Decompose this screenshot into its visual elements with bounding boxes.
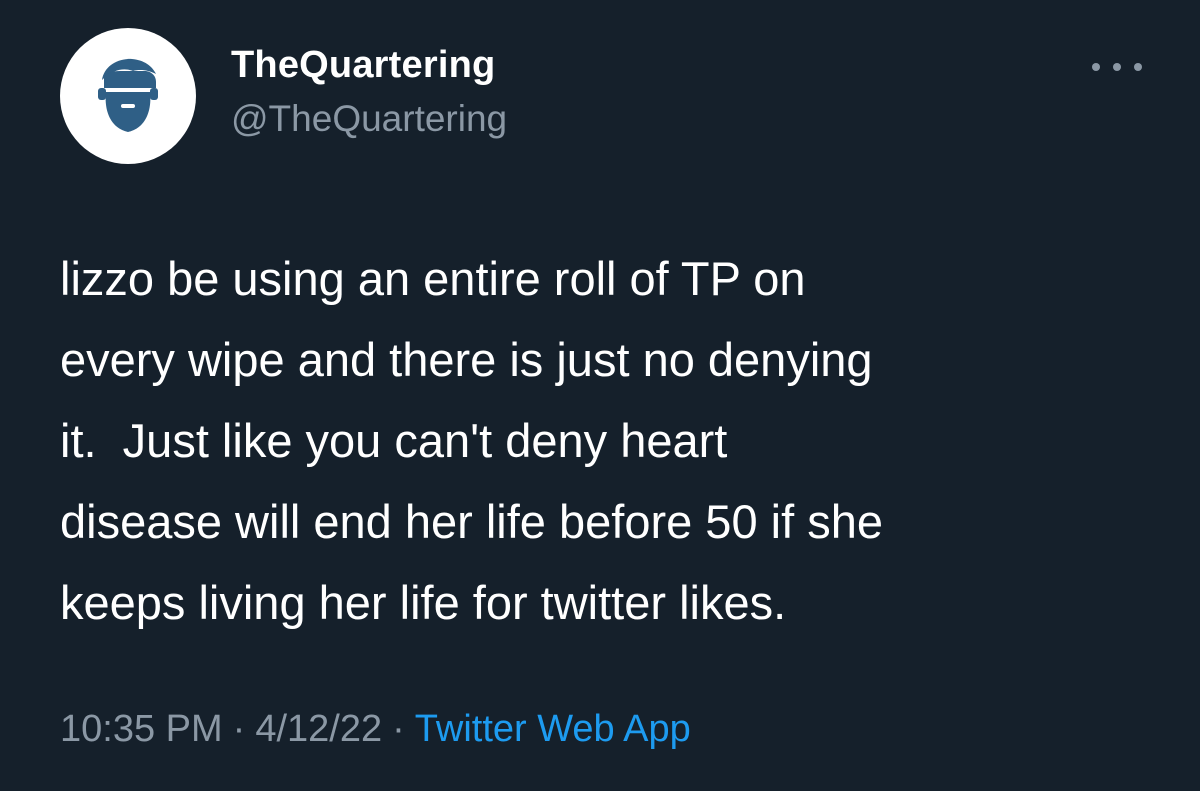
more-dot — [1113, 63, 1121, 71]
tweet-text-line: every wipe and there is just no denying — [60, 333, 873, 386]
tweet-text: lizzo be using an entire roll of TP on e… — [60, 238, 1170, 643]
author-display-name[interactable]: TheQuartering — [231, 44, 495, 87]
bearded-man-icon — [98, 58, 158, 132]
more-dot — [1092, 63, 1100, 71]
avatar[interactable] — [60, 28, 196, 164]
meta-separator: · — [232, 708, 246, 750]
author-handle[interactable]: @TheQuartering — [231, 98, 507, 140]
meta-separator: · — [392, 708, 405, 750]
tweet-text-line: it. Just like you can't deny heart — [60, 414, 728, 467]
tweet-meta: 10:35 PM · 4/12/22 · Twitter Web App — [60, 708, 691, 751]
tweet-source-link[interactable]: Twitter Web App — [415, 708, 691, 750]
tweet-text-line: keeps living her life for twitter likes. — [60, 576, 787, 629]
tweet-card: TheQuartering @TheQuartering lizzo be us… — [0, 0, 1200, 791]
tweet-time[interactable]: 10:35 PM — [60, 708, 223, 750]
tweet-text-line: lizzo be using an entire roll of TP on — [60, 252, 806, 305]
tweet-text-line: disease will end her life before 50 if s… — [60, 495, 883, 548]
tweet-date[interactable]: 4/12/22 — [255, 708, 382, 750]
more-dot — [1134, 63, 1142, 71]
more-dots-icon[interactable] — [1092, 52, 1142, 82]
